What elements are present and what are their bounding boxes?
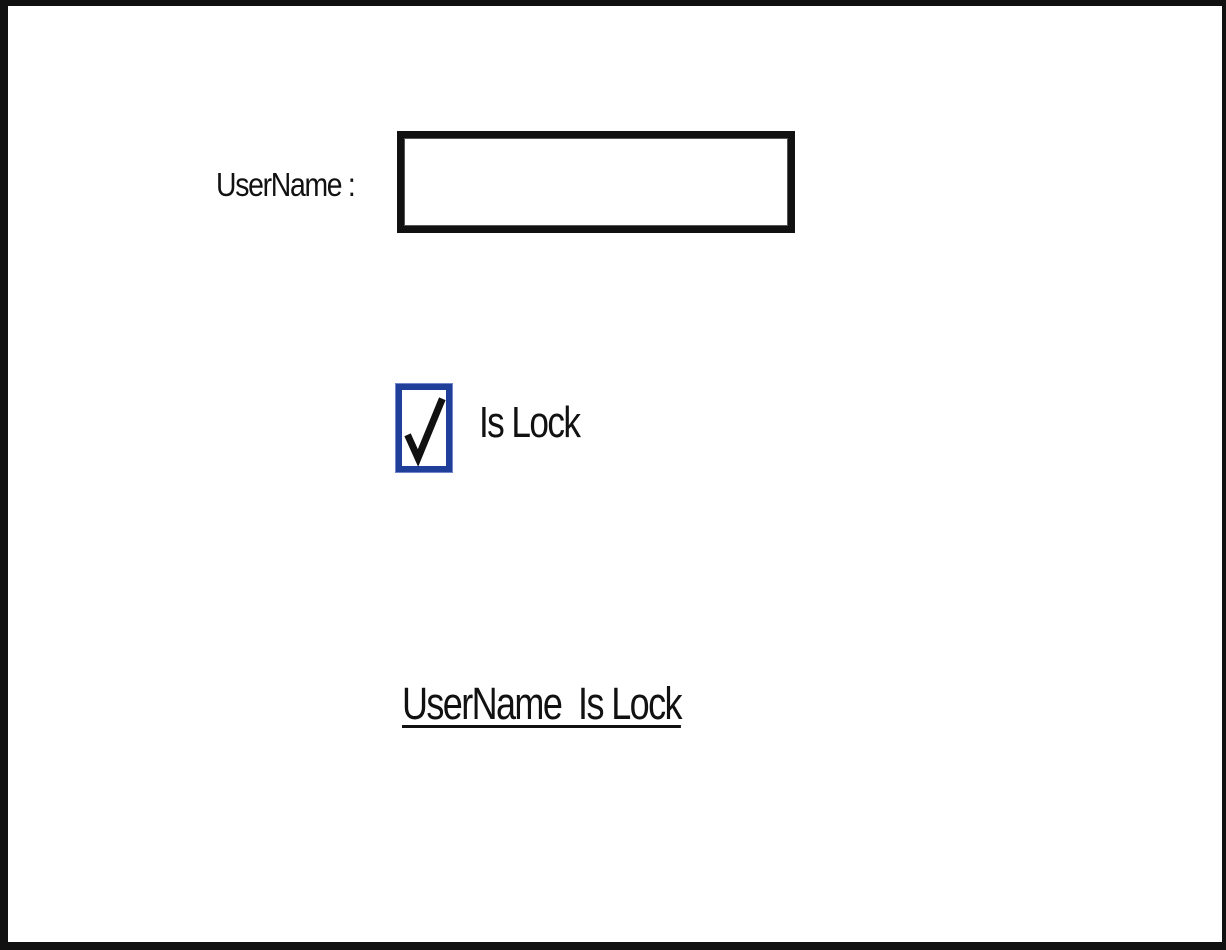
form-panel: UserName : Is Lock UserName Is Lock [0,0,1226,950]
username-input[interactable] [397,131,795,233]
username-label: UserName : [216,166,356,203]
username-lock-status-link[interactable]: UserName Is Lock [402,678,682,730]
lock-checkbox[interactable] [396,384,452,472]
lock-checkbox-label[interactable]: Is Lock [479,398,581,448]
check-mark-icon [404,397,446,467]
